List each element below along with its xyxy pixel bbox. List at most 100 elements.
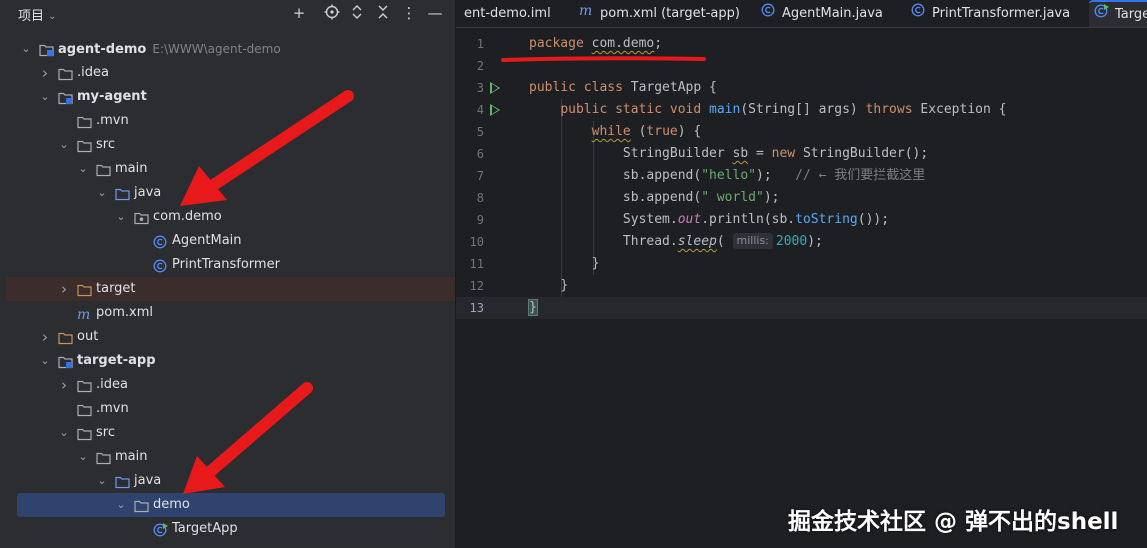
editor-tab-label: PrintTransformer.java xyxy=(932,6,1071,21)
line-number: 2 xyxy=(476,59,484,73)
chevron-down-icon[interactable]: ⌄ xyxy=(48,11,56,22)
tree-item-agentmain[interactable]: AgentMain xyxy=(6,229,455,253)
tree-item-demo[interactable]: ⌄ demo xyxy=(17,493,445,517)
tree-item-label: .mvn xyxy=(96,109,129,133)
editor-tab[interactable]: Targe xyxy=(1089,0,1147,27)
tree-item-main[interactable]: ⌄ main xyxy=(6,445,455,469)
module-folder-icon xyxy=(39,42,54,57)
line-number: 1 xyxy=(476,37,484,51)
code-token: System. xyxy=(622,212,678,227)
watermark: 掘金技术社区 @ 弹不出的shell xyxy=(788,509,1119,535)
code-token: ()); xyxy=(857,212,890,227)
tree-item-text: .mvn xyxy=(96,401,129,416)
tree-item-text: AgentMain xyxy=(172,233,242,248)
code-comment: // ← 我们要拦截这里 xyxy=(795,168,926,183)
chevron-down-icon[interactable]: ⌄ xyxy=(57,133,71,157)
folder-icon xyxy=(96,450,111,465)
tree-item-idea[interactable]: › .idea xyxy=(6,373,455,397)
tree-item-agent-demo[interactable]: ⌄ agent-demo E:\WWW\agent-demo xyxy=(6,37,455,61)
chevron-down-icon[interactable]: ⌄ xyxy=(95,469,109,493)
tree-item-src[interactable]: ⌄ src xyxy=(6,421,455,445)
tree-item-com-demo[interactable]: ⌄ com.demo xyxy=(6,205,455,229)
folder-icon xyxy=(77,114,92,129)
tree-item-java[interactable]: ⌄ java xyxy=(6,469,455,493)
chevron-down-icon[interactable]: ⌄ xyxy=(114,493,128,517)
chevron-down-icon[interactable]: ⌄ xyxy=(57,421,71,445)
run-gutter-icon[interactable] xyxy=(490,82,500,94)
editor-tab[interactable]: PrintTransformer.java xyxy=(911,0,1070,27)
module-folder-icon xyxy=(58,354,73,369)
package-icon xyxy=(134,210,149,225)
tree-item-target-app[interactable]: ⌄ target-app xyxy=(6,349,455,373)
code-token: (String[] args) xyxy=(740,102,858,117)
tree-item-mvn[interactable]: .mvn xyxy=(6,397,455,421)
tree-item-text: .mvn xyxy=(96,113,129,128)
tree-item-text: main xyxy=(115,161,148,176)
tree-item-java[interactable]: ⌄ java xyxy=(6,181,455,205)
line-number: 4 xyxy=(476,103,484,117)
tree-item-src[interactable]: ⌄ src xyxy=(6,133,455,157)
chevron-down-icon[interactable]: ⌄ xyxy=(114,205,128,229)
keyword: while xyxy=(591,124,631,139)
svg-text:m: m xyxy=(77,307,90,321)
code-line: 5 while (true) { xyxy=(456,121,1147,143)
project-panel: 项目 ⌄ + ⋮ — ⌄ agent-demo E:\WWW\agent-demo ›… xyxy=(0,0,455,548)
tree-item-out[interactable]: › out xyxy=(6,325,455,349)
expand-all-icon[interactable] xyxy=(348,4,366,22)
tree-item-targetapp[interactable]: TargetApp xyxy=(6,517,455,541)
editor-tab[interactable]: m pom.xml (target-app) xyxy=(579,0,740,27)
tree-item-text: demo xyxy=(153,497,190,512)
editor-tab-label: pom.xml (target-app) xyxy=(600,6,740,21)
editor-tab[interactable]: ent-demo.iml xyxy=(464,0,551,27)
chevron-down-icon[interactable]: ⌄ xyxy=(95,181,109,205)
add-icon[interactable]: + xyxy=(290,4,308,22)
folder-icon xyxy=(77,138,92,153)
code-text: Thread.sleep( millis: 2000); xyxy=(529,231,823,253)
chevron-right-icon[interactable]: › xyxy=(38,61,52,85)
chevron-down-icon[interactable]: ⌄ xyxy=(19,37,33,61)
code-line: 3 public class TargetApp { xyxy=(456,77,1147,99)
chevron-down-icon[interactable]: ⌄ xyxy=(76,445,90,469)
code-token: = xyxy=(748,146,772,161)
minimize-icon[interactable]: — xyxy=(426,4,444,22)
editor-tab-label: ent-demo.iml xyxy=(464,6,551,21)
tree-item-text: pom.xml xyxy=(96,305,153,320)
tree-item-text: .idea xyxy=(96,377,128,392)
code-line: 8 sb.append(" world"); xyxy=(456,187,1147,209)
chevron-down-icon[interactable]: ⌄ xyxy=(76,157,90,181)
tree-item-main[interactable]: ⌄ main xyxy=(6,157,455,181)
code-token: StringBuilder xyxy=(622,146,733,161)
code-text: } xyxy=(529,253,600,275)
tree-item-printtransformer[interactable]: PrintTransformer xyxy=(6,253,455,277)
chevron-right-icon[interactable]: › xyxy=(57,277,71,301)
java-class-icon xyxy=(153,258,168,273)
tree-item-mvn[interactable]: .mvn xyxy=(6,109,455,133)
tree-item-label: target xyxy=(96,277,136,301)
project-panel-title[interactable]: 项目 ⌄ xyxy=(18,5,57,24)
class-name: TargetApp xyxy=(630,80,702,95)
code-line: 1 package com.demo; xyxy=(456,33,1147,55)
tree-item-my-agent[interactable]: ⌄ my-agent xyxy=(6,85,455,109)
chevron-right-icon[interactable]: › xyxy=(57,373,71,397)
tree-item-pom-xml[interactable]: m pom.xml xyxy=(6,301,455,325)
chevron-right-icon[interactable]: › xyxy=(38,325,52,349)
chevron-down-icon[interactable]: ⌄ xyxy=(38,349,52,373)
chevron-down-icon[interactable]: ⌄ xyxy=(38,85,52,109)
tree-item-text: target-app xyxy=(77,353,156,368)
code-line: 7 sb.append("hello"); // ← 我们要拦截这里 xyxy=(456,165,1147,187)
line-number: 10 xyxy=(469,235,484,249)
folder-icon xyxy=(77,402,92,417)
locate-icon[interactable] xyxy=(323,4,341,22)
collapse-all-icon[interactable] xyxy=(374,4,392,22)
editor-tab[interactable]: AgentMain.java xyxy=(761,0,883,27)
tree-item-label: main xyxy=(115,445,147,469)
more-icon[interactable]: ⋮ xyxy=(400,4,418,22)
tree-item-path: E:\WWW\agent-demo xyxy=(152,42,281,56)
code-text: public class TargetApp { xyxy=(529,77,717,99)
run-gutter-icon[interactable] xyxy=(490,104,500,116)
maven-icon: m xyxy=(579,0,594,27)
code-text: package com.demo; xyxy=(529,33,662,55)
tree-item-label: out xyxy=(77,325,98,349)
tree-item-target[interactable]: › target xyxy=(6,277,455,301)
tree-item-idea[interactable]: › .idea xyxy=(6,61,455,85)
